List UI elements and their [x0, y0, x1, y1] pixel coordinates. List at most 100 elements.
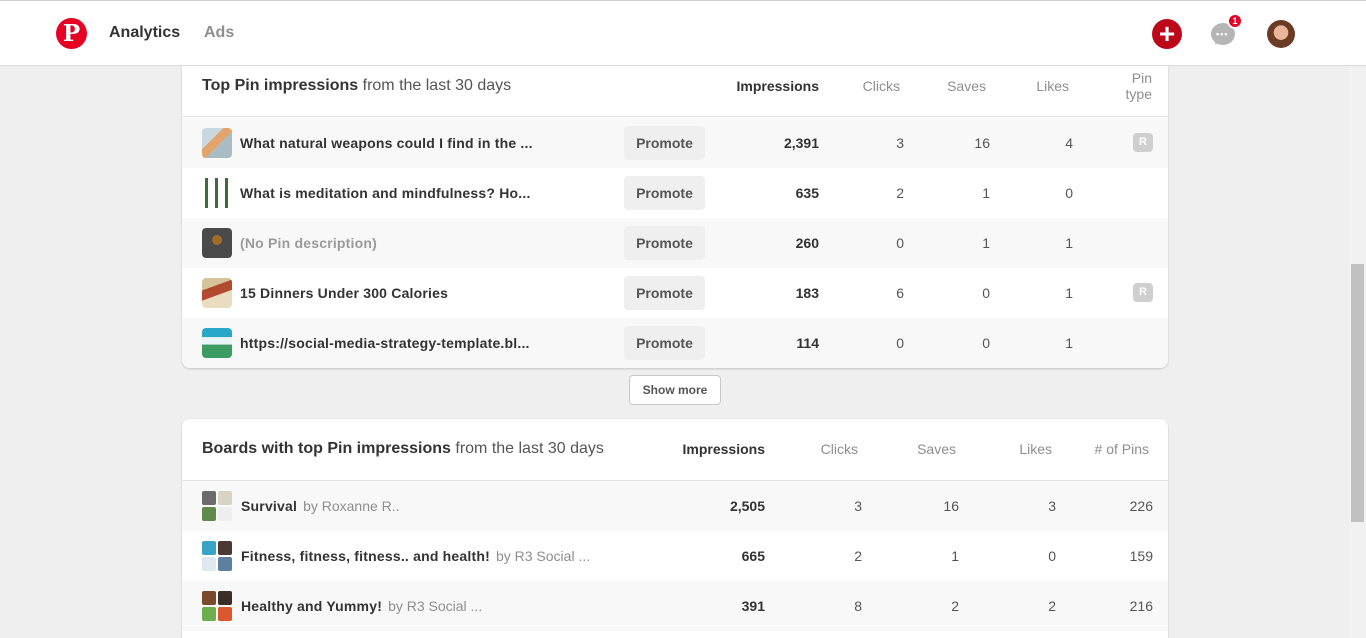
- clicks-value: 8: [854, 598, 862, 614]
- board-cover-tile: [202, 491, 216, 505]
- col-likes[interactable]: Likes: [1036, 78, 1069, 94]
- pin-thumbnail[interactable]: [202, 328, 232, 358]
- board-cover-tile: [202, 607, 216, 621]
- nav-analytics[interactable]: Analytics: [109, 24, 180, 42]
- pin-thumbnail[interactable]: [202, 128, 232, 158]
- saves-value: 1: [982, 185, 990, 201]
- clicks-value: 3: [854, 498, 862, 514]
- pin-thumbnail[interactable]: [202, 278, 232, 308]
- promote-button[interactable]: Promote: [624, 326, 705, 360]
- board-cover-tile: [218, 491, 232, 505]
- col-clicks[interactable]: Clicks: [863, 78, 900, 94]
- pin-count-value: 159: [1129, 548, 1153, 564]
- nav-ads[interactable]: Ads: [204, 24, 234, 42]
- col-impressions[interactable]: Impressions: [737, 78, 819, 94]
- impressions-value: 260: [795, 235, 819, 251]
- col-impressions[interactable]: Impressions: [683, 441, 765, 457]
- pin-title[interactable]: What natural weapons could I find in the…: [240, 135, 533, 151]
- table-row[interactable]: What is meditation and mindfulness? Ho..…: [182, 168, 1168, 218]
- board-cover-tile: [218, 607, 232, 621]
- likes-value: 1: [1065, 285, 1073, 301]
- board-thumbnail[interactable]: [202, 491, 232, 521]
- notification-badge: 1: [1227, 13, 1243, 29]
- board-cover-tile: [202, 591, 216, 605]
- saves-value: 2: [951, 598, 959, 614]
- table-row[interactable]: Survival by Roxanne R.. 2,505 3 16 3 226: [182, 481, 1168, 531]
- impressions-value: 114: [796, 335, 819, 351]
- likes-value: 0: [1048, 548, 1056, 564]
- board-cover-tile: [202, 507, 216, 521]
- promote-button[interactable]: Promote: [624, 226, 705, 260]
- scrollbar-thumb[interactable]: [1351, 264, 1364, 522]
- likes-value: 3: [1048, 498, 1056, 514]
- pin-title[interactable]: What is meditation and mindfulness? Ho..…: [240, 185, 531, 201]
- likes-value: 4: [1065, 135, 1073, 151]
- col-pin-type-line1: Pin: [1131, 70, 1152, 86]
- board-cover-tile: [202, 557, 216, 571]
- board-cover-tile: [218, 507, 232, 521]
- pin-thumbnail[interactable]: [202, 178, 232, 208]
- saves-value: 16: [943, 498, 959, 514]
- board-name[interactable]: Fitness, fitness, fitness.. and health! b…: [241, 548, 590, 564]
- impressions-value: 183: [795, 285, 819, 301]
- saves-value: 1: [982, 235, 990, 251]
- board-thumbnail[interactable]: [202, 591, 232, 621]
- pin-title[interactable]: (No Pin description): [240, 235, 377, 251]
- rich-pin-badge: R: [1133, 283, 1153, 302]
- clicks-value: 6: [896, 285, 904, 301]
- table-row[interactable]: Fitness, fitness, fitness.. and health! b…: [182, 531, 1168, 581]
- pin-thumbnail[interactable]: [202, 228, 232, 258]
- top-pins-title: Top Pin impressions from the last 30 day…: [202, 77, 512, 94]
- table-row[interactable]: Healthy and Yummy! by R3 Social ... 391 8…: [182, 581, 1168, 631]
- likes-value: 2: [1048, 598, 1056, 614]
- likes-value: 1: [1065, 235, 1073, 251]
- top-pins-card: Top Pin impressions from the last 30 day…: [182, 40, 1168, 368]
- top-boards-card: Boards with top Pin impressions from the…: [182, 419, 1168, 638]
- col-clicks[interactable]: Clicks: [821, 441, 858, 457]
- impressions-value: 2,505: [729, 498, 765, 514]
- table-row[interactable]: (No Pin description) Promote 260 0 1 1: [182, 218, 1168, 268]
- clicks-value: 0: [896, 335, 904, 351]
- top-boards-title: Boards with top Pin impressions from the…: [202, 440, 604, 457]
- col-likes[interactable]: Likes: [1019, 441, 1052, 457]
- avatar[interactable]: [1267, 20, 1295, 48]
- col-pin-count[interactable]: # of Pins: [1095, 441, 1149, 457]
- top-bar: P Analytics Ads + ••• 1: [0, 0, 1366, 66]
- col-pin-type[interactable]: Pin type: [1126, 70, 1152, 102]
- pinterest-logo-letter: P: [62, 19, 81, 47]
- impressions-value: 665: [741, 548, 765, 564]
- table-row[interactable]: 15 Dinners Under 300 Calories Promote 18…: [182, 268, 1168, 318]
- board-cover-tile: [218, 541, 232, 555]
- board-name[interactable]: Survival by Roxanne R..: [241, 498, 400, 514]
- pin-title[interactable]: 15 Dinners Under 300 Calories: [240, 285, 448, 301]
- saves-value: 16: [974, 135, 990, 151]
- pin-count-value: 216: [1129, 598, 1153, 614]
- board-cover-tile: [218, 591, 232, 605]
- pin-count-value: 226: [1129, 498, 1153, 514]
- top-boards-header: Boards with top Pin impressions from the…: [182, 419, 1168, 481]
- saves-value: 0: [982, 285, 990, 301]
- pin-title[interactable]: https://social-media-strategy-template.b…: [240, 335, 530, 351]
- pinterest-logo-icon[interactable]: P: [56, 18, 87, 49]
- col-pin-type-line2: type: [1125, 86, 1152, 102]
- promote-button[interactable]: Promote: [624, 276, 705, 310]
- promote-button[interactable]: Promote: [624, 126, 705, 160]
- col-saves[interactable]: Saves: [917, 441, 956, 457]
- impressions-value: 635: [795, 185, 819, 201]
- impressions-value: 2,391: [783, 135, 819, 151]
- col-saves[interactable]: Saves: [947, 78, 986, 94]
- likes-value: 1: [1065, 335, 1073, 351]
- show-more-button[interactable]: Show more: [629, 375, 721, 405]
- board-cover-tile: [218, 557, 232, 571]
- create-plus-icon[interactable]: +: [1152, 19, 1182, 49]
- messages-button[interactable]: ••• 1: [1211, 13, 1243, 47]
- board-thumbnail[interactable]: [202, 541, 232, 571]
- likes-value: 0: [1065, 185, 1073, 201]
- page-scrollbar[interactable]: [1349, 66, 1366, 638]
- table-row[interactable]: What natural weapons could I find in the…: [182, 118, 1168, 168]
- clicks-value: 2: [854, 548, 862, 564]
- promote-button[interactable]: Promote: [624, 176, 705, 210]
- table-row[interactable]: https://social-media-strategy-template.b…: [182, 318, 1168, 368]
- board-name[interactable]: Healthy and Yummy! by R3 Social ...: [241, 598, 482, 614]
- clicks-value: 2: [896, 185, 904, 201]
